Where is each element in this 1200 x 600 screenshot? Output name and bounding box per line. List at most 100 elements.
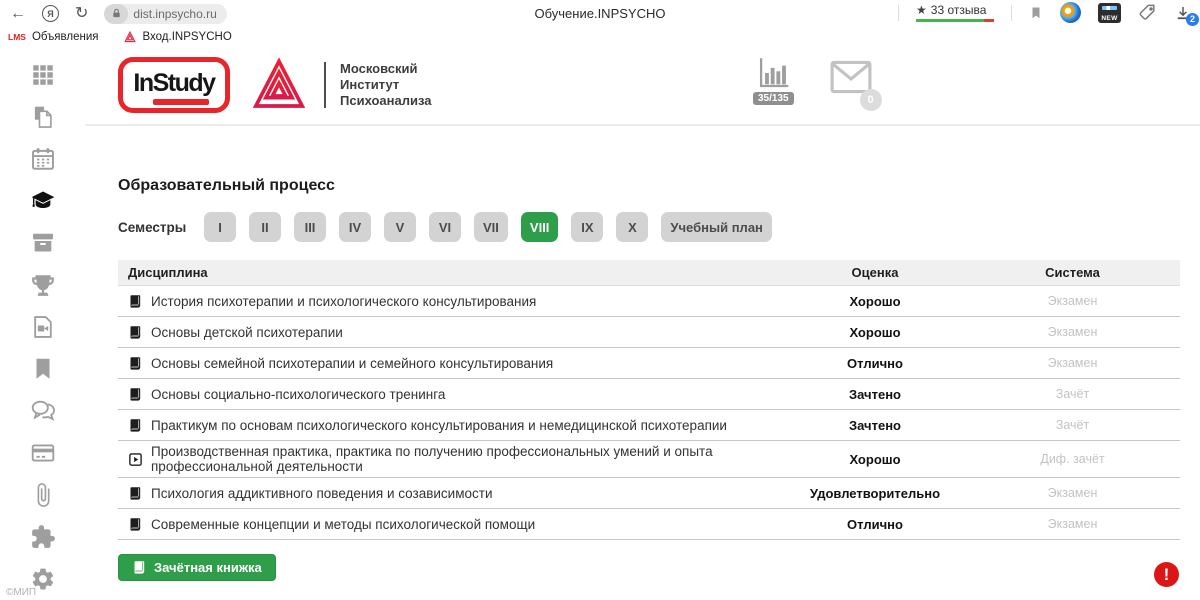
discipline-name: Практикум по основам психологического ко…	[151, 418, 727, 433]
mip-triangle-logo	[250, 57, 308, 113]
lms-favicon: LMS	[8, 32, 26, 42]
bookmarks-bar: LMS Объявления Вход.INPSYCHO	[0, 27, 1200, 46]
new-tab-icon[interactable]: NEW	[1098, 3, 1121, 23]
progress-stats[interactable]: 35/135	[753, 56, 794, 105]
yandex-browser-icon[interactable]: Я	[42, 5, 59, 22]
book-icon	[128, 325, 143, 340]
bookmark-lms[interactable]: LMS Объявления	[8, 31, 98, 43]
instudy-logo[interactable]: InStudy	[118, 57, 230, 113]
tab-title: Обучение.INPSYCHO	[535, 6, 666, 21]
gradebook-book-icon	[132, 560, 147, 575]
table-row[interactable]: История психотерапии и психологического …	[118, 286, 1180, 317]
toolbar-divider	[1011, 5, 1012, 21]
grading-system: Экзамен	[965, 294, 1180, 308]
address-bar[interactable]: dist.inpsycho.ru	[104, 4, 226, 24]
materials-icon[interactable]	[29, 103, 56, 130]
discipline-cell[interactable]: История психотерапии и психологического …	[118, 294, 785, 309]
table-row[interactable]: Основы детской психотерапии Хорошо Экзам…	[118, 317, 1180, 348]
discipline-cell[interactable]: Основы социально-психологического тренин…	[118, 387, 785, 402]
rating-bar	[916, 19, 994, 22]
integrations-icon[interactable]	[29, 523, 56, 550]
header-discipline: Дисциплина	[118, 265, 785, 280]
semester-tab[interactable]: IV	[339, 212, 371, 242]
achievements-icon[interactable]	[29, 271, 56, 298]
browser-toolbar: ← Я ↻ dist.inpsycho.ru Обучение.INPSYCHO…	[0, 0, 1200, 27]
grade-value: Хорошо	[785, 294, 965, 309]
semester-tab[interactable]: II	[249, 212, 281, 242]
payments-icon[interactable]	[29, 439, 56, 466]
discipline-cell[interactable]: Практикум по основам психологического ко…	[118, 418, 785, 433]
apps-grid-icon[interactable]	[29, 61, 56, 88]
institute-name: Московский Институт Психоанализа	[340, 61, 432, 109]
mip-favicon	[124, 31, 136, 43]
semester-tabs-row: Семестры I II III IV V VI VII VIII	[118, 212, 1180, 242]
page-title: Образовательный процесс	[118, 177, 1180, 195]
discipline-cell[interactable]: Производственная практика, практика по п…	[118, 444, 785, 474]
header-divider	[324, 62, 326, 108]
grade-value: Зачтено	[785, 418, 965, 433]
discipline-cell[interactable]: Основы детской психотерапии	[118, 325, 785, 340]
grading-system: Экзамен	[965, 486, 1180, 500]
header-grade: Оценка	[785, 265, 965, 280]
semester-tab[interactable]: VII	[474, 212, 508, 242]
tag-icon[interactable]	[1138, 3, 1157, 22]
bookmark-inpsycho[interactable]: Вход.INPSYCHO	[124, 31, 231, 43]
semesters-label: Семестры	[118, 220, 204, 235]
semester-tab[interactable]: III	[294, 212, 326, 242]
semester-tab[interactable]: X	[616, 212, 648, 242]
site-reviews[interactable]: ★33 отзыва	[916, 3, 994, 22]
book-icon	[128, 418, 143, 433]
archive-icon[interactable]	[29, 229, 56, 256]
header-system: Система	[965, 265, 1180, 280]
messages-icon[interactable]	[29, 397, 56, 424]
refresh-icon[interactable]: ↻	[75, 6, 88, 22]
book-icon	[128, 387, 143, 402]
toolbar-divider	[898, 5, 899, 21]
instudy-logo-text: InStudy	[133, 69, 214, 98]
semester-tab[interactable]: VIII	[521, 212, 559, 242]
table-row[interactable]: Практикум по основам психологического ко…	[118, 410, 1180, 441]
discipline-name: Основы семейной психотерапии и семейного…	[151, 356, 553, 371]
semester-tab[interactable]: V	[384, 212, 416, 242]
semester-tab[interactable]: Учебный план	[661, 212, 771, 242]
attachments-icon[interactable]	[29, 481, 56, 508]
semester-tab[interactable]: VI	[429, 212, 461, 242]
discipline-cell[interactable]: Современные концепции и методы психологи…	[118, 517, 785, 532]
semester-tab[interactable]: IX	[571, 212, 603, 242]
bookmark-label: Объявления	[32, 31, 99, 43]
grade-value: Зачтено	[785, 387, 965, 402]
bookmark-label: Вход.INPSYCHO	[142, 31, 231, 43]
grading-system: Зачёт	[965, 418, 1180, 432]
alert-notification-icon[interactable]: !	[1154, 562, 1179, 587]
downloads-icon[interactable]: 2	[1174, 4, 1192, 22]
mail-button[interactable]: 0	[830, 60, 872, 105]
table-header: Дисциплина Оценка Система	[118, 260, 1180, 286]
grading-system: Экзамен	[965, 325, 1180, 339]
semester-tabs: I II III IV V VI VII VIII IX	[204, 212, 772, 242]
back-arrow-icon[interactable]: ←	[10, 6, 26, 22]
table-row[interactable]: Психология аддиктивного поведения и соза…	[118, 478, 1180, 509]
browser-logo-icon[interactable]	[1060, 2, 1081, 23]
bookmark-flag-icon[interactable]	[1029, 5, 1043, 21]
discipline-cell[interactable]: Основы семейной психотерапии и семейного…	[118, 356, 785, 371]
discipline-cell[interactable]: Психология аддиктивного поведения и соза…	[118, 486, 785, 501]
table-body: История психотерапии и психологического …	[118, 286, 1180, 540]
star-icon: ★	[916, 3, 927, 17]
calendar-icon[interactable]	[29, 145, 56, 172]
downloads-badge: 2	[1186, 13, 1199, 26]
bookmarks-icon[interactable]	[29, 355, 56, 382]
discipline-name: Основы социально-психологического тренин…	[151, 387, 445, 402]
table-row[interactable]: Производственная практика, практика по п…	[118, 441, 1180, 478]
table-row[interactable]: Современные концепции и методы психологи…	[118, 509, 1180, 540]
gradebook-button[interactable]: Зачётная книжка	[118, 554, 276, 581]
grade-value: Хорошо	[785, 452, 965, 467]
video-lessons-icon[interactable]	[29, 313, 56, 340]
education-icon[interactable]	[29, 187, 56, 214]
semester-tab[interactable]: I	[204, 212, 236, 242]
mail-badge: 0	[860, 89, 882, 111]
book-icon	[128, 294, 143, 309]
table-row[interactable]: Основы семейной психотерапии и семейного…	[118, 348, 1180, 379]
disciplines-table: Дисциплина Оценка Система История психот…	[118, 260, 1180, 540]
table-row[interactable]: Основы социально-психологического тренин…	[118, 379, 1180, 410]
book-icon	[128, 486, 143, 501]
